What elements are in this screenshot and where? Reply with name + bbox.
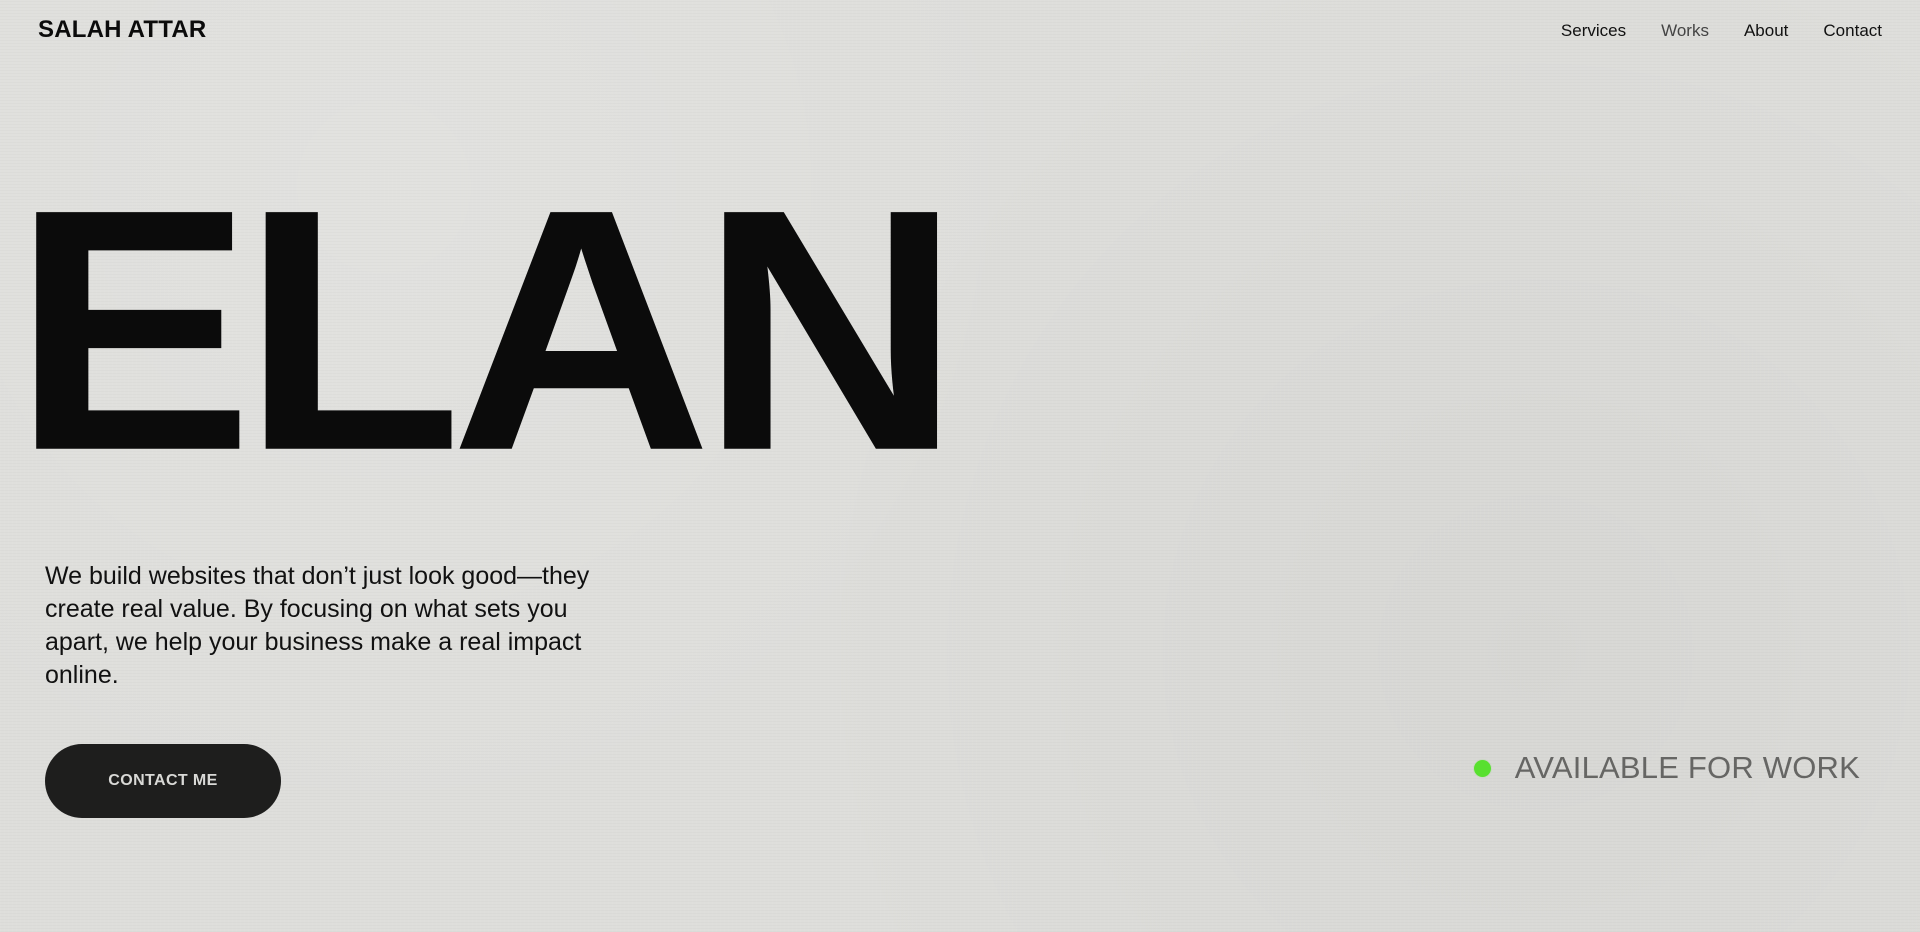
availability-status-dot-icon [1473, 759, 1491, 777]
nav-link-contact[interactable]: Contact [1823, 21, 1882, 41]
brand-logo[interactable]: SALAH ATTAR [38, 16, 206, 44]
availability-status: AVAILABLE FOR WORK [1473, 750, 1860, 786]
availability-label: AVAILABLE FOR WORK [1514, 750, 1860, 785]
main-navigation: Services Works About Contact [1561, 21, 1882, 41]
contact-me-button[interactable]: CONTACT ME [45, 744, 281, 818]
nav-link-services[interactable]: Services [1561, 21, 1626, 41]
nav-link-works[interactable]: Works [1661, 21, 1709, 41]
nav-link-about[interactable]: About [1744, 21, 1788, 41]
hero-title: ELAN [12, 137, 961, 522]
hero-description: We build websites that don’t just look g… [45, 562, 590, 689]
page: SALAH ATTAR Services Works About Contact… [0, 0, 1920, 932]
